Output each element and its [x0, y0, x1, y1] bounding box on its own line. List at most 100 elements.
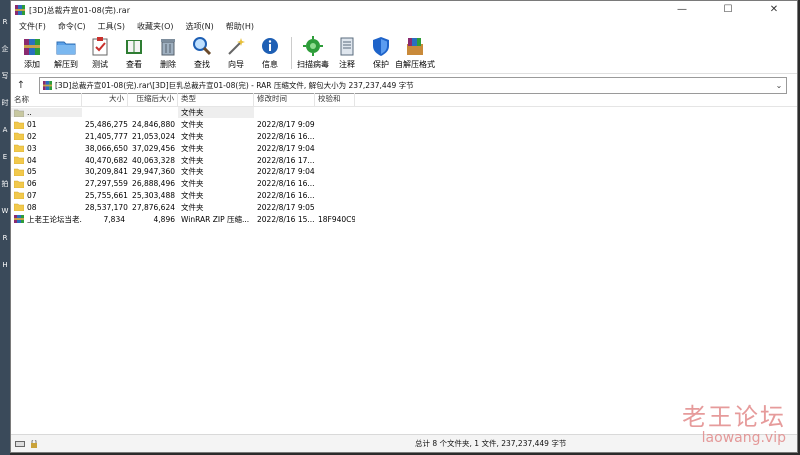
- file-modified-cell: 2022/8/17 9:04: [254, 143, 315, 153]
- wand-icon: [228, 38, 245, 55]
- file-type-cell: 文件夹: [178, 142, 254, 154]
- parent-folder-icon: [14, 109, 24, 117]
- file-name-cell: 06: [11, 179, 82, 189]
- books-add-icon: [24, 39, 40, 55]
- file-name: 01: [27, 120, 37, 130]
- file-row[interactable]: 上老王论坛当老... 7,834 4,896 WinRAR ZIP 压缩... 2022…: [11, 213, 797, 225]
- toolbar-button[interactable]: 保护: [364, 33, 398, 73]
- toolbar-button-label: 查看: [126, 60, 142, 69]
- folder-icon: [14, 133, 24, 141]
- menu-item[interactable]: 命令(C): [52, 21, 92, 32]
- up-folder-button[interactable]: ↑: [11, 80, 31, 91]
- file-modified-cell: 2022/8/17 9:04: [254, 167, 315, 177]
- column-size[interactable]: 大小: [82, 93, 128, 106]
- trash-icon: [161, 39, 175, 56]
- file-name-cell: ..: [11, 108, 82, 118]
- file-size-cell: 28,537,170: [82, 202, 128, 212]
- file-modified-cell: 2022/8/17 9:09: [254, 120, 315, 130]
- file-size-cell: 27,297,559: [82, 179, 128, 189]
- desktop-icon-label: 时: [1, 99, 9, 107]
- file-rows: .. 文件夹 01 25,486,275 24,846,880 文件夹 2022/8/17 …: [11, 107, 797, 225]
- toolbar-button[interactable]: 查找: [185, 33, 219, 73]
- column-type[interactable]: 类型: [178, 93, 254, 106]
- file-size-cell: 38,066,650: [82, 143, 128, 153]
- column-name[interactable]: 名称: [11, 93, 82, 106]
- file-row[interactable]: 08 28,537,170 27,876,624 文件夹 2022/8/17 9:05: [11, 201, 797, 213]
- toolbar-button[interactable]: 向导: [219, 33, 253, 73]
- path-field[interactable]: [3D]总裁卉宣01-08(完).rar\[3D]巨乳总裁卉宣01-08(完) …: [39, 76, 787, 94]
- file-row[interactable]: 05 30,209,841 29,947,360 文件夹 2022/8/17 9:04: [11, 166, 797, 178]
- toolbar-button[interactable]: 扫描病毒: [296, 33, 330, 73]
- toolbar-button[interactable]: 自解压格式: [395, 33, 435, 73]
- file-type-cell: 文件夹: [178, 107, 254, 119]
- file-packed-cell: 4,896: [128, 214, 178, 224]
- column-crc[interactable]: 校验和: [315, 93, 355, 106]
- file-row[interactable]: 06 27,297,559 26,888,496 文件夹 2022/8/16 16...: [11, 178, 797, 190]
- menu-item[interactable]: 选项(N): [180, 21, 220, 32]
- desktop-icon-label: 写: [1, 72, 9, 80]
- title-bar: [3D]总裁卉宣01-08(完).rar — ☐ ✕: [11, 1, 797, 19]
- toolbar-button-label: 向导: [228, 60, 244, 69]
- file-name-cell: 02: [11, 131, 82, 141]
- toolbar-button-label: 注释: [339, 60, 355, 69]
- folder-extract-icon: [56, 41, 76, 55]
- file-type-cell: 文件夹: [178, 201, 254, 213]
- menu-item[interactable]: 收藏夹(O): [131, 21, 180, 32]
- file-name-cell: 03: [11, 143, 82, 153]
- toolbar-button[interactable]: 注释: [330, 33, 364, 73]
- path-dropdown-icon[interactable]: ⌄: [772, 81, 786, 90]
- file-packed-cell: 24,846,880: [128, 120, 178, 130]
- menu-bar: 文件(F) 命令(C) 工具(S) 收藏夹(O) 选项(N) 帮助(H): [11, 19, 797, 33]
- file-name: 04: [27, 155, 37, 165]
- close-button[interactable]: ✕: [751, 1, 797, 19]
- file-type-cell: 文件夹: [178, 189, 254, 201]
- file-size-cell: 7,834: [82, 214, 128, 224]
- toolbar-button[interactable]: 信息: [253, 33, 287, 73]
- file-row[interactable]: 03 38,066,650 37,029,456 文件夹 2022/8/17 9:04: [11, 142, 797, 154]
- column-header: 名称 大小 压缩后大小 类型 修改时间 校验和: [11, 93, 797, 107]
- status-icons: [11, 439, 75, 448]
- folder-icon: [14, 204, 24, 212]
- file-row[interactable]: 01 25,486,275 24,846,880 文件夹 2022/8/17 9:09: [11, 119, 797, 131]
- file-size-cell: 40,470,682: [82, 155, 128, 165]
- magnifier-icon: [193, 37, 212, 56]
- toolbar-button[interactable]: 添加: [15, 33, 49, 73]
- file-packed-cell: 21,053,024: [128, 131, 178, 141]
- toolbar-button[interactable]: 测试: [83, 33, 117, 73]
- toolbar-button-label: 解压到: [54, 60, 78, 69]
- toolbar-button[interactable]: 删除: [151, 33, 185, 73]
- book-view-icon: [126, 40, 142, 54]
- minimize-button[interactable]: —: [659, 1, 705, 19]
- winrar-app-icon: [15, 5, 25, 15]
- file-type-cell: 文件夹: [178, 178, 254, 190]
- column-modified[interactable]: 修改时间: [254, 93, 315, 106]
- file-modified-cell: 2022/8/16 16...: [254, 179, 315, 189]
- site-watermark: 老王论坛 laowang.vip: [682, 397, 786, 446]
- file-type-cell: 文件夹: [178, 130, 254, 142]
- menu-item[interactable]: 工具(S): [92, 21, 131, 32]
- file-packed-cell: 40,063,328: [128, 155, 178, 165]
- column-packed[interactable]: 压缩后大小: [128, 93, 178, 106]
- file-row[interactable]: 04 40,470,682 40,063,328 文件夹 2022/8/16 17...: [11, 154, 797, 166]
- file-packed-cell: 29,947,360: [128, 167, 178, 177]
- file-name: 07: [27, 190, 37, 200]
- toolbar-button[interactable]: 查看: [117, 33, 151, 73]
- file-row[interactable]: 07 25,755,661 25,303,488 文件夹 2022/8/16 16...: [11, 189, 797, 202]
- file-row[interactable]: .. 文件夹: [11, 107, 797, 119]
- menu-item[interactable]: 文件(F): [13, 21, 52, 32]
- toolbar-button[interactable]: 解压到: [49, 33, 83, 73]
- file-packed-cell: 26,888,496: [128, 179, 178, 189]
- file-size-cell: 21,405,777: [82, 131, 128, 141]
- file-name-cell: 08: [11, 202, 82, 212]
- maximize-button[interactable]: ☐: [705, 1, 751, 19]
- toolbar-button-label: 删除: [160, 60, 176, 69]
- file-name: 02: [27, 131, 37, 141]
- lock-icon: [31, 439, 37, 448]
- file-row[interactable]: 02 21,405,777 21,053,024 文件夹 2022/8/16 16...: [11, 130, 797, 143]
- file-name-cell: 05: [11, 167, 82, 177]
- desktop-icon-label: H: [2, 261, 8, 269]
- file-modified-cell: 2022/8/16 15...: [254, 214, 315, 224]
- file-name-cell: 01: [11, 120, 82, 130]
- toolbar-button-label: 查找: [194, 60, 210, 69]
- menu-item[interactable]: 帮助(H): [220, 21, 260, 32]
